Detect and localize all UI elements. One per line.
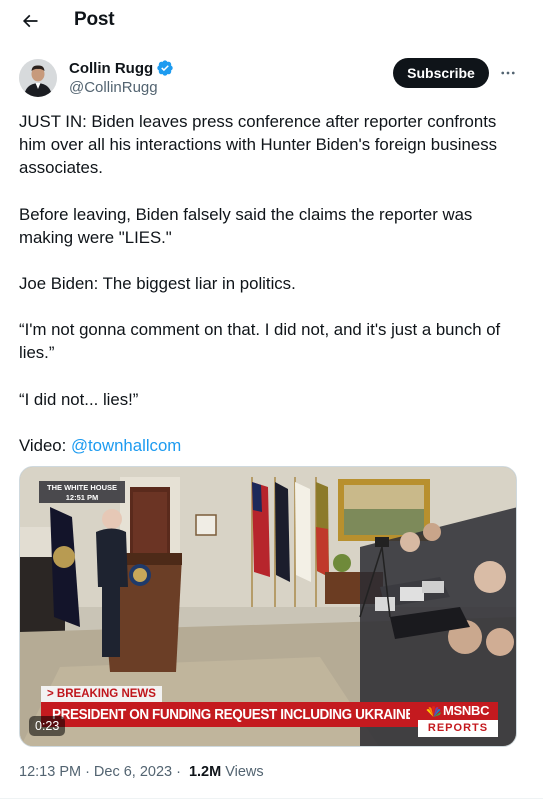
subscribe-button[interactable]: Subscribe: [393, 58, 489, 88]
top-bar: Post: [0, 0, 543, 42]
peacock-icon: [426, 705, 441, 717]
breaking-news-label: > BREAKING NEWS: [41, 686, 162, 702]
network-logo: MSNBC: [426, 703, 489, 719]
video-source-link[interactable]: @townhallcom: [71, 436, 181, 455]
video-timer: 0:23: [29, 716, 66, 736]
name-row: Collin Rugg: [69, 59, 174, 78]
author-block: Collin Rugg @CollinRugg: [19, 57, 174, 99]
tweet-paragraph: Before leaving, Biden falsely said the c…: [19, 204, 473, 247]
meta-separator: ·: [176, 764, 181, 780]
network-name: MSNBC: [443, 703, 490, 718]
views-count: 1.2M: [188, 764, 222, 780]
more-horizontal-icon: [501, 71, 515, 75]
meta-separator: ·: [85, 764, 90, 780]
post-meta: 12:13 PM · Dec 6, 2023 · 1.2M Views: [19, 764, 264, 780]
tweet-paragraph: JUST IN: Biden leaves press conference a…: [19, 112, 497, 178]
divider: [0, 798, 543, 799]
more-options-button[interactable]: [497, 62, 519, 84]
author-display-name[interactable]: Collin Rugg: [69, 59, 153, 78]
tweet-paragraph: “I did not... lies!”: [19, 389, 139, 409]
post-date[interactable]: Dec 6, 2023: [94, 764, 172, 780]
video-prefix: Video:: [19, 435, 71, 455]
page-title: Post: [74, 9, 115, 30]
avatar[interactable]: [19, 59, 57, 97]
video-player[interactable]: THE WHITE HOUSE 12:51 PM > BREAKING NEWS…: [19, 466, 517, 747]
location-badge: THE WHITE HOUSE 12:51 PM: [39, 481, 125, 503]
author-handle[interactable]: @CollinRugg: [69, 78, 174, 98]
tweet-paragraph: “I'm not gonna comment on that. I did no…: [19, 320, 501, 363]
headline-text: PRESIDENT ON FUNDING REQUEST INCLUDING U…: [52, 707, 411, 723]
verified-badge-icon[interactable]: [156, 59, 174, 77]
tweet-text: JUST IN: Biden leaves press conference a…: [19, 110, 519, 457]
back-button[interactable]: [17, 8, 43, 34]
location-badge-title: THE WHITE HOUSE: [46, 483, 117, 492]
location-badge-time: 12:51 PM: [65, 493, 99, 502]
views-label: Views: [225, 764, 264, 780]
arrow-left-icon: [22, 14, 38, 28]
author-names: Collin Rugg @CollinRugg: [69, 59, 174, 98]
tweet-paragraph: Joe Biden: The biggest liar in politics.: [19, 274, 296, 294]
network-sub: REPORTS: [418, 720, 498, 737]
post-time[interactable]: 12:13 PM: [19, 764, 81, 780]
video-credit: Video: @townhallcom: [19, 434, 519, 457]
